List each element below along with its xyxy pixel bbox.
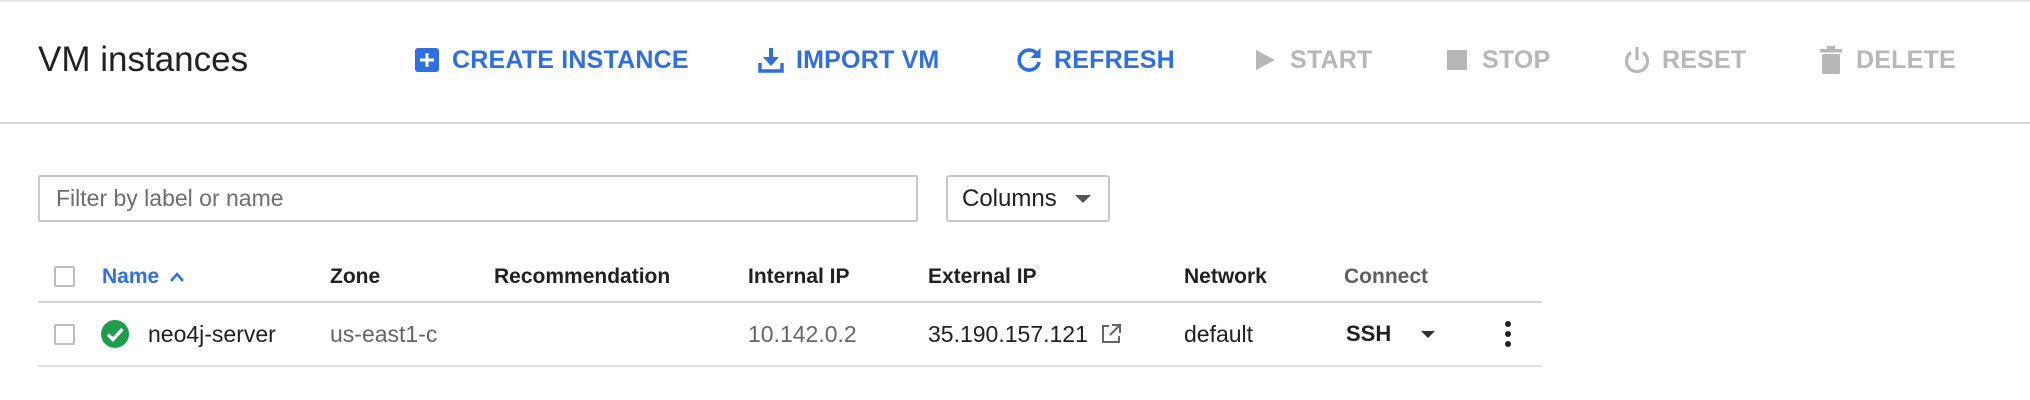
column-header-connect: Connect	[1344, 264, 1428, 288]
chevron-down-icon	[1074, 194, 1091, 203]
ssh-connect-cell: SSH	[1346, 303, 1436, 365]
reset-label: RESET	[1662, 45, 1747, 74]
select-all-cell	[54, 252, 75, 301]
refresh-button[interactable]: REFRESH	[1014, 38, 1175, 82]
download-icon	[756, 45, 786, 75]
play-icon	[1250, 45, 1280, 75]
row-actions-cell	[1505, 303, 1511, 365]
instance-name-cell: neo4j-server	[100, 303, 276, 365]
column-header-name-label: Name	[102, 264, 160, 288]
reset-button[interactable]: RESET	[1622, 38, 1746, 82]
create-instance-label: CREATE INSTANCE	[452, 45, 689, 74]
instance-external-ip-cell: 35.190.157.121	[928, 303, 1122, 365]
create-instance-button[interactable]: CREATE INSTANCE	[412, 38, 689, 82]
add-box-icon	[412, 45, 442, 75]
row-select-cell	[54, 303, 75, 365]
page-header: VM instances CREATE INSTANCE IMPORT VM R…	[0, 0, 2030, 124]
refresh-label: REFRESH	[1054, 45, 1175, 74]
instance-name[interactable]: neo4j-server	[148, 321, 276, 348]
column-header-external-ip[interactable]: External IP	[928, 252, 1037, 301]
refresh-icon	[1014, 45, 1044, 75]
delete-button[interactable]: DELETE	[1816, 38, 1956, 82]
start-button[interactable]: START	[1250, 38, 1372, 82]
columns-label: Columns	[962, 184, 1057, 212]
filter-input[interactable]	[38, 175, 918, 222]
table-row[interactable]: neo4j-server us-east1-c 10.142.0.2 35.19…	[38, 303, 1542, 367]
stop-button[interactable]: STOP	[1442, 38, 1550, 82]
status-running-icon	[100, 319, 130, 349]
instance-internal-ip: 10.142.0.2	[748, 320, 857, 347]
page-title: VM instances	[38, 40, 249, 79]
sort-ascending-icon	[169, 271, 185, 283]
select-all-checkbox[interactable]	[54, 266, 75, 287]
ssh-button[interactable]: SSH	[1346, 321, 1391, 347]
ssh-dropdown-icon[interactable]	[1421, 330, 1436, 338]
import-vm-button[interactable]: IMPORT VM	[756, 38, 939, 82]
power-icon	[1622, 45, 1652, 75]
row-checkbox[interactable]	[54, 323, 75, 345]
external-link-icon[interactable]	[1100, 323, 1122, 345]
more-vert-icon[interactable]	[1505, 321, 1511, 347]
table-header-row: Name Zone Recommendation Internal IP Ext…	[38, 252, 1542, 303]
column-header-zone[interactable]: Zone	[330, 252, 380, 301]
columns-dropdown[interactable]: Columns	[946, 175, 1110, 222]
stop-icon	[1442, 45, 1472, 75]
delete-label: DELETE	[1856, 45, 1956, 74]
instance-zone: us-east1-c	[330, 320, 438, 347]
column-header-network[interactable]: Network	[1184, 252, 1267, 301]
stop-label: STOP	[1482, 45, 1551, 74]
import-vm-label: IMPORT VM	[796, 45, 940, 74]
trash-icon	[1816, 45, 1846, 75]
instances-table: Name Zone Recommendation Internal IP Ext…	[38, 252, 1542, 367]
column-header-internal-ip[interactable]: Internal IP	[748, 252, 850, 301]
instance-network: default	[1184, 320, 1254, 347]
column-header-recommendation[interactable]: Recommendation	[494, 252, 670, 301]
column-header-name[interactable]: Name	[102, 252, 185, 301]
start-label: START	[1290, 45, 1373, 74]
instance-external-ip: 35.190.157.121	[928, 320, 1088, 347]
